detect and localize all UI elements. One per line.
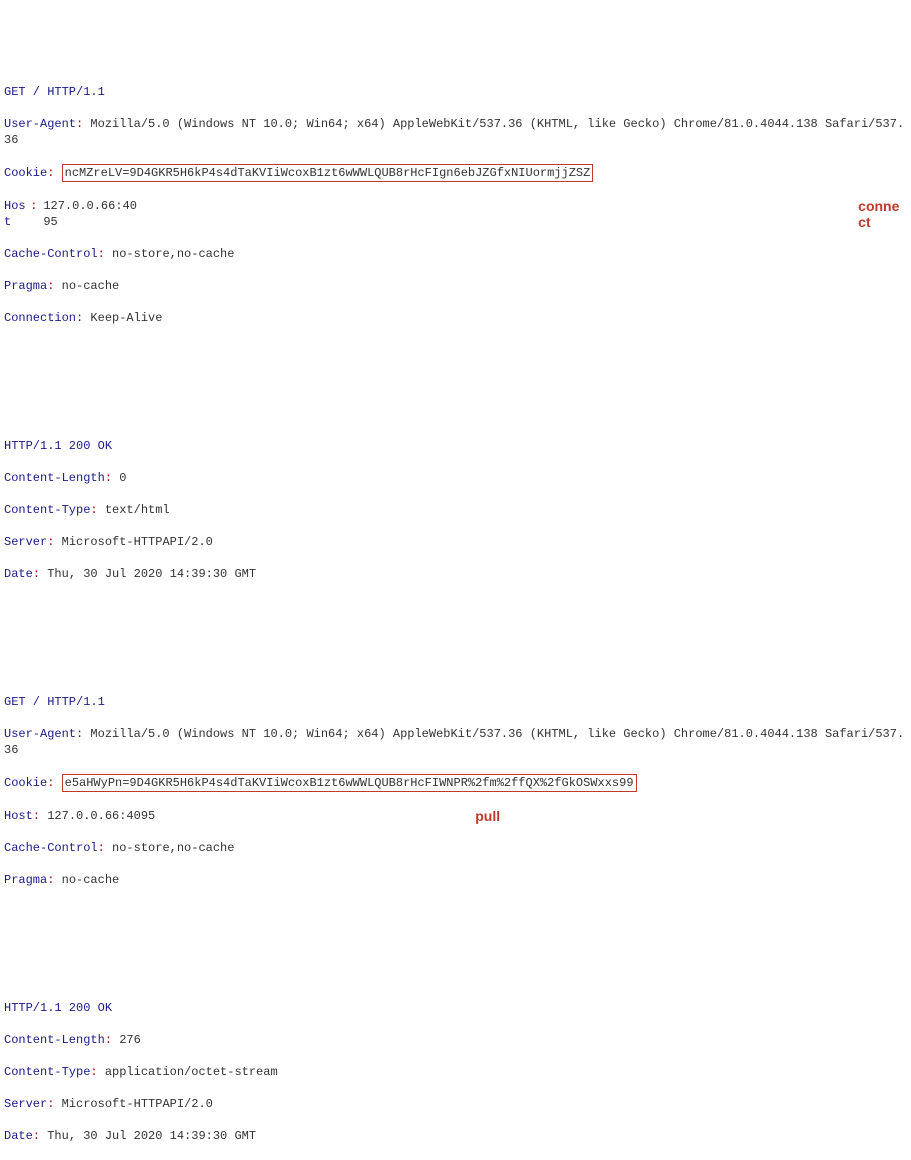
header-key: Cookie [4,166,47,180]
header-value: no-cache [62,279,120,293]
cookie-box-2: e5aHWyPn=9D4GKR5H6kP4s4dTaKVIiWcoxB1zt6w… [62,774,637,792]
http-request-2: GET / HTTP/1.1 User-Agent: Mozilla/5.0 (… [4,678,907,904]
header-key: Server [4,535,47,549]
http-response-2: HTTP/1.1 200 OK Content-Length: 276 Cont… [4,984,907,1160]
header-value: Thu, 30 Jul 2020 14:39:30 GMT [47,567,256,581]
header-value: application/octet-stream [105,1065,278,1079]
header-key: Cache-Control [4,841,98,855]
http-request-1: GET / HTTP/1.1 User-Agent: Mozilla/5.0 (… [4,68,907,342]
header-value: Mozilla/5.0 (Windows NT 10.0; Win64; x64… [4,117,904,147]
header-key: Connection [4,311,76,325]
header-value: 0 [119,471,126,485]
header-value: 276 [119,1033,141,1047]
cookie-box-1: ncMZreLV=9D4GKR5H6kP4s4dTaKVIiWcoxB1zt6w… [62,164,594,182]
header-value: Microsoft-HTTPAPI/2.0 [62,535,213,549]
header-value: Keep-Alive [90,311,162,325]
header-value: no-store,no-cache [112,247,234,261]
header-key: Pragma [4,279,47,293]
annotation-connect: connect [858,198,907,230]
header-key: Date [4,1129,33,1143]
header-key: Host [4,198,30,230]
header-key: Content-Length [4,1033,105,1047]
header-key: Content-Length [4,471,105,485]
annotation-pull-1: pull [475,808,500,824]
header-value: 127.0.0.66:4095 [47,808,155,824]
header-key: User-Agent [4,727,76,741]
header-value: Microsoft-HTTPAPI/2.0 [62,1097,213,1111]
http-response-1: HTTP/1.1 200 OK Content-Length: 0 Conten… [4,422,907,598]
header-value: no-cache [62,873,120,887]
status-line: HTTP/1.1 200 OK [4,1000,907,1016]
header-value: 127.0.0.66:4095 [43,198,141,230]
header-value: Thu, 30 Jul 2020 14:39:30 GMT [47,1129,256,1143]
status-line: HTTP/1.1 200 OK [4,438,907,454]
header-key: Host [4,808,33,824]
header-key: Pragma [4,873,47,887]
header-value: no-store,no-cache [112,841,234,855]
header-value: Mozilla/5.0 (Windows NT 10.0; Win64; x64… [4,727,904,757]
header-key: Content-Type [4,1065,90,1079]
request-line: GET / HTTP/1.1 [4,85,105,99]
header-key: Cookie [4,776,47,790]
header-key: Cache-Control [4,247,98,261]
header-key: Server [4,1097,47,1111]
header-key: User-Agent [4,117,76,131]
request-line: GET / HTTP/1.1 [4,694,907,710]
header-key: Date [4,567,33,581]
header-key: Content-Type [4,503,90,517]
header-value: text/html [105,503,170,517]
